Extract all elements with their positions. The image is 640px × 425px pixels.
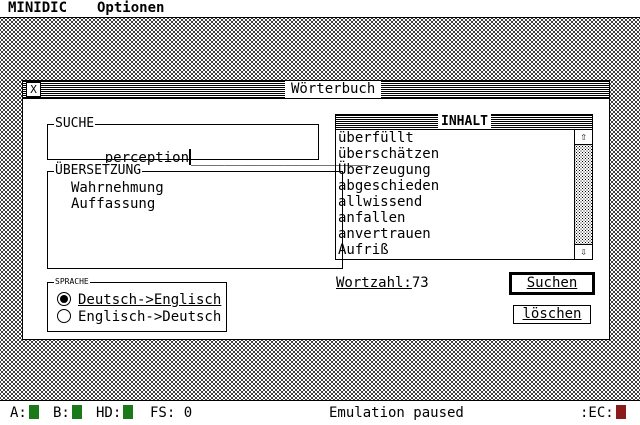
menu-bar: MINIDIC Optionen xyxy=(0,0,640,18)
close-icon[interactable]: X xyxy=(26,82,41,97)
language-group: SPRACHE Deutsch->Englisch Englisch->Deut… xyxy=(47,277,227,332)
contents-list: INHALT überfüllt überschätzen Überzeugun… xyxy=(335,114,593,260)
contents-list-title: INHALT xyxy=(438,114,491,129)
radio-unselected-icon[interactable] xyxy=(57,309,71,323)
ec-led-icon xyxy=(615,405,626,419)
menu-minidic[interactable]: MINIDIC xyxy=(8,0,67,17)
delete-button[interactable]: löschen xyxy=(513,305,591,324)
scroll-up-arrow-icon[interactable]: ⇧ xyxy=(575,130,592,145)
radio-label: Deutsch->Englisch xyxy=(78,292,222,308)
drive-hd-label: HD: xyxy=(96,405,122,421)
delete-button-label: löschen xyxy=(522,306,582,322)
list-item[interactable]: anfallen xyxy=(336,210,574,226)
status-bar: A: B: HD: FS: 0 Emulation paused :EC: xyxy=(0,400,640,425)
menu-optionen[interactable]: Optionen xyxy=(97,0,164,17)
ec-label: :EC: xyxy=(580,405,614,421)
word-count-label: Wortzahl: xyxy=(336,275,412,291)
list-item[interactable]: überschätzen xyxy=(336,146,574,162)
fps-indicator: FS: 0 xyxy=(150,404,192,422)
search-button[interactable]: Suchen xyxy=(509,272,595,295)
radio-deutsch-englisch[interactable]: Deutsch->Englisch xyxy=(57,292,221,308)
word-count-value: 73 xyxy=(411,275,429,291)
radio-englisch-deutsch[interactable]: Englisch->Deutsch xyxy=(57,309,221,325)
list-item[interactable]: allwissend xyxy=(336,194,574,210)
translation-line: Wahrnehmung xyxy=(71,180,164,196)
search-input[interactable]: perception _____________________ xyxy=(71,131,368,166)
window-title: Wörterbuch xyxy=(285,81,382,98)
dictionary-window: X Wörterbuch SUCHE perception ___________… xyxy=(22,80,610,340)
list-item[interactable]: überfüllt xyxy=(336,130,574,146)
scroll-down-arrow-icon[interactable]: ⇩ xyxy=(575,244,592,259)
drive-b-label: B: xyxy=(53,405,70,421)
translation-group-label: ÜBERSETZUNG xyxy=(54,163,143,179)
emulation-status: Emulation paused xyxy=(329,405,464,421)
search-group-label: SUCHE xyxy=(54,116,96,132)
word-count: Wortzahl:73 xyxy=(336,274,429,292)
drive-b-led-icon xyxy=(71,405,82,419)
scrollbar[interactable]: ⇧ ⇩ xyxy=(574,130,592,259)
contents-list-header: INHALT xyxy=(336,114,592,130)
language-group-label: SPRACHE xyxy=(54,277,90,287)
radio-label: Englisch->Deutsch xyxy=(78,309,222,325)
drive-hd-led-icon xyxy=(123,405,134,419)
list-item[interactable]: abgeschieden xyxy=(336,178,574,194)
list-item[interactable]: Aufriß xyxy=(336,242,574,258)
list-item[interactable]: Überzeugung xyxy=(336,162,574,178)
drive-a-led-icon xyxy=(28,405,39,419)
drive-a: A: xyxy=(10,404,39,422)
translation-line: Auffassung xyxy=(71,196,156,212)
fps-value: 0 xyxy=(183,405,193,421)
drive-b: B: xyxy=(53,404,82,422)
drive-a-label: A: xyxy=(10,405,27,421)
search-button-label: Suchen xyxy=(526,275,578,291)
list-item[interactable]: anvertrauen xyxy=(336,226,574,242)
radio-selected-icon[interactable] xyxy=(57,292,71,306)
contents-list-items[interactable]: überfüllt überschätzen Überzeugung abges… xyxy=(336,130,574,259)
drive-hd: HD: xyxy=(96,404,134,422)
window-titlebar[interactable]: X Wörterbuch xyxy=(23,81,609,99)
ec-indicator: :EC: xyxy=(580,404,626,422)
fps-label: FS: xyxy=(150,405,176,421)
